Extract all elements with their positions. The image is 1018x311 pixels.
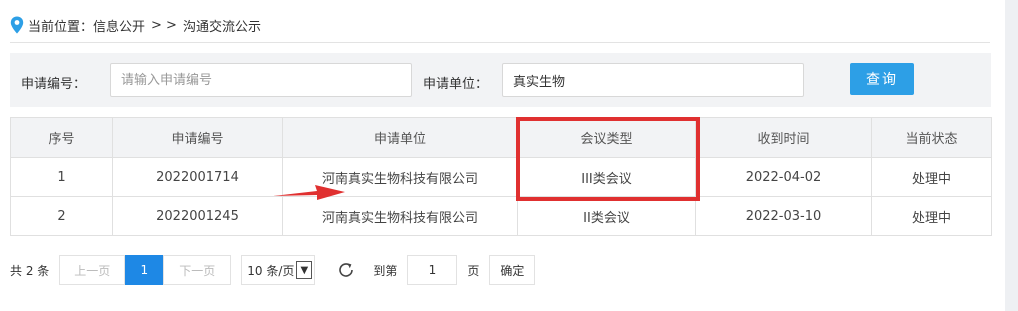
page-size-select[interactable]: 10 条/页 ▼ [241, 255, 316, 285]
header-status: 当前状态 [871, 117, 992, 158]
table-row[interactable]: 1 2022001714 河南真实生物科技有限公司 III类会议 2022-04… [10, 157, 992, 197]
cell-application-no: 2022001714 [112, 157, 283, 197]
breadcrumb-communication[interactable]: 沟通交流公示 [183, 16, 261, 35]
query-button[interactable]: 查询 [850, 63, 914, 95]
cell-index: 2 [10, 196, 113, 236]
refresh-icon[interactable] [337, 261, 355, 279]
total-count: 共 2 条 [10, 263, 50, 278]
header-received-time: 收到时间 [695, 117, 872, 158]
cell-application-no: 2022001245 [112, 196, 283, 236]
dropdown-arrow-icon[interactable]: ▼ [296, 261, 313, 279]
goto-page-input[interactable] [407, 255, 458, 285]
header-index: 序号 [10, 117, 113, 158]
cell-received-time: 2022-03-10 [695, 196, 872, 236]
cell-status: 处理中 [871, 196, 992, 236]
right-edge-strip [1005, 0, 1018, 311]
breadcrumb-info-public[interactable]: 信息公开 [93, 16, 145, 35]
next-page-button[interactable]: 下一页 [163, 255, 232, 285]
table-row[interactable]: 2 2022001245 河南真实生物科技有限公司 II类会议 2022-03-… [10, 196, 992, 236]
cell-applicant: 河南真实生物科技有限公司 [282, 196, 518, 236]
location-pin-icon [10, 16, 24, 34]
header-application-no: 申请编号 [112, 117, 283, 158]
header-applicant: 申请单位 [282, 117, 518, 158]
application-no-label: 申请编号： [21, 77, 87, 92]
annotation-arrow-icon [273, 185, 345, 200]
application-no-input[interactable] [110, 63, 412, 97]
search-bar: 申请编号： 申请单位： 查询 [10, 53, 991, 107]
cell-status: 处理中 [871, 157, 992, 197]
applicant-label: 申请单位： [423, 77, 489, 92]
page-size-value: 10 条/页 [247, 263, 295, 278]
results-table: 序号 申请编号 申请单位 会议类型 收到时间 当前状态 1 2022001714… [10, 117, 992, 236]
confirm-button[interactable]: 确定 [489, 255, 536, 285]
goto-label: 到第 [373, 263, 398, 278]
pagination: 共 2 条 上一页 1 下一页 10 条/页 ▼ 到第 页 确定 [10, 255, 536, 285]
annotation-highlight-box [516, 117, 700, 201]
table-header-row: 序号 申请编号 申请单位 会议类型 收到时间 当前状态 [10, 117, 992, 158]
cell-index: 1 [10, 157, 113, 197]
applicant-input[interactable] [502, 63, 804, 97]
breadcrumb: 当前位置： 信息公开 > > 沟通交流公示 [10, 14, 261, 36]
cell-received-time: 2022-04-02 [695, 157, 872, 197]
breadcrumb-separator: > > [151, 17, 177, 33]
current-page-button[interactable]: 1 [125, 255, 164, 285]
page-unit-label: 页 [467, 263, 480, 278]
breadcrumb-prefix: 当前位置： [28, 19, 94, 35]
breadcrumb-divider [10, 42, 990, 43]
cell-meeting-type: II类会议 [517, 196, 696, 236]
prev-page-button[interactable]: 上一页 [59, 255, 126, 285]
